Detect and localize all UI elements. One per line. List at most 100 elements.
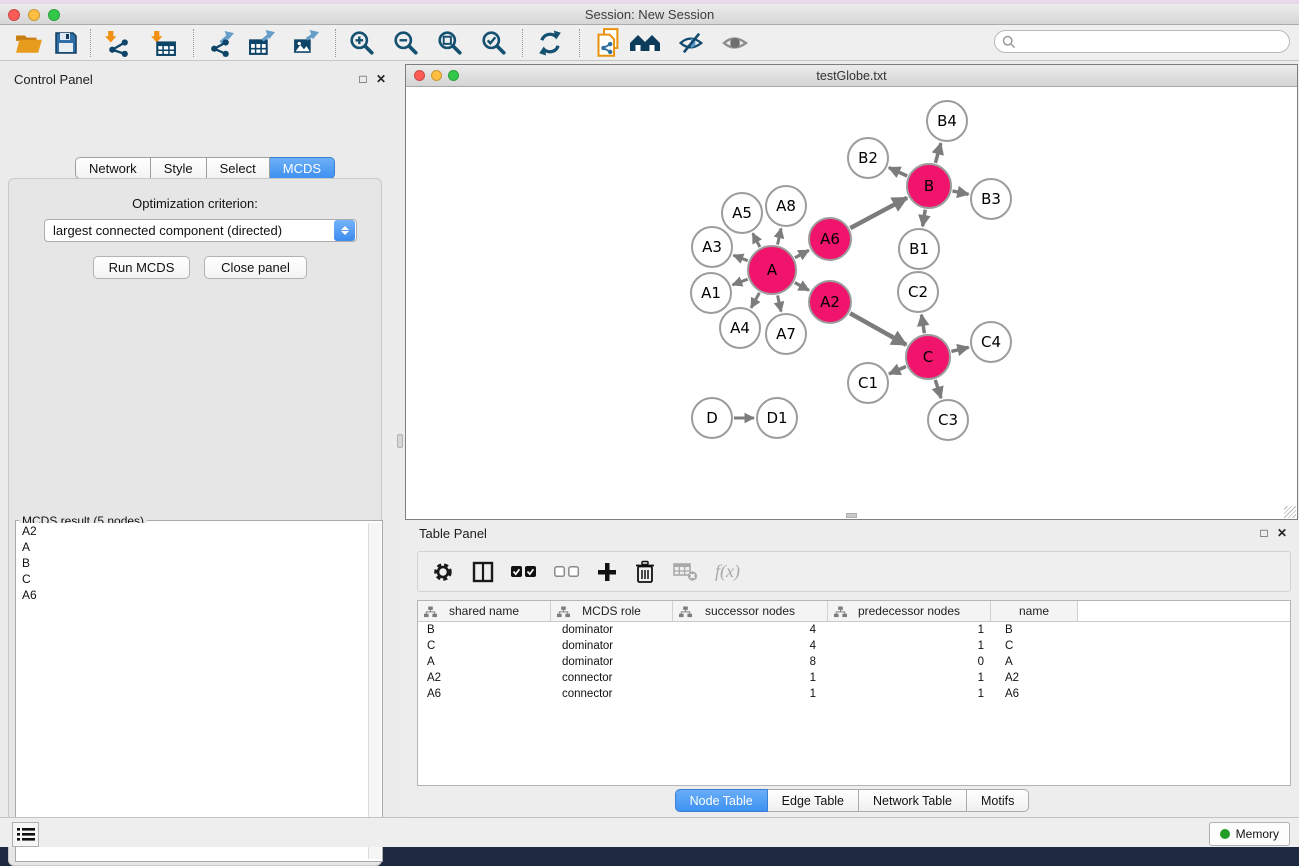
save-session-icon[interactable] bbox=[49, 26, 83, 60]
table-float-icon[interactable]: □ bbox=[1257, 526, 1271, 540]
node-B2[interactable]: B2 bbox=[848, 138, 888, 178]
column-header-name[interactable]: name bbox=[991, 601, 1078, 621]
zoom-out-icon[interactable] bbox=[389, 26, 423, 60]
table-close-icon[interactable]: ✕ bbox=[1275, 526, 1289, 540]
node-B1[interactable]: B1 bbox=[899, 229, 939, 269]
column-header-MCDS-role[interactable]: MCDS role bbox=[551, 601, 673, 621]
network-canvas[interactable]: B4 B2 B B3 A8A5 A6 A3 B1 A C2 A1 A2 A4 A7 C4 C C1 D D1 C3 bbox=[407, 88, 1297, 519]
delete-table-icon[interactable] bbox=[673, 559, 698, 585]
node-B3[interactable]: B3 bbox=[971, 179, 1011, 219]
table-row-C[interactable]: Cdominator41C bbox=[418, 638, 1290, 654]
add-column-icon[interactable] bbox=[597, 559, 617, 585]
svg-text:A7: A7 bbox=[776, 325, 796, 343]
clone-network-icon[interactable] bbox=[591, 26, 625, 60]
delete-column-icon[interactable] bbox=[634, 559, 656, 585]
tab-network[interactable]: Network bbox=[75, 157, 151, 179]
node-C4[interactable]: C4 bbox=[971, 322, 1011, 362]
show-graphics-details-icon[interactable] bbox=[718, 26, 752, 60]
node-C[interactable]: C bbox=[906, 335, 950, 379]
column-header-successor-nodes[interactable]: successor nodes bbox=[673, 601, 828, 621]
node-C3[interactable]: C3 bbox=[928, 400, 968, 440]
select-all-icon[interactable] bbox=[511, 559, 537, 585]
network-hscroll-thumb[interactable] bbox=[846, 513, 857, 518]
table-row-A2[interactable]: A2connector11A2 bbox=[418, 670, 1290, 686]
splitter-handle[interactable] bbox=[397, 434, 403, 448]
close-panel-button[interactable]: Close panel bbox=[204, 256, 307, 279]
mcds-result-list[interactable]: A2ABCA6 bbox=[17, 523, 368, 859]
edge-C-C4 bbox=[951, 347, 968, 351]
node-A2[interactable]: A2 bbox=[809, 281, 851, 323]
node-A8[interactable]: A8 bbox=[766, 186, 806, 226]
table-row-A[interactable]: Adominator80A bbox=[418, 654, 1290, 670]
memory-button[interactable]: Memory bbox=[1209, 822, 1290, 846]
column-header-predecessor-nodes[interactable]: predecessor nodes bbox=[828, 601, 991, 621]
mcds-result-item[interactable]: A bbox=[17, 539, 368, 555]
export-image-icon[interactable] bbox=[288, 26, 322, 60]
mcds-result-box: MCDS result (5 nodes) A2ABCA6 bbox=[15, 514, 383, 862]
mcds-result-item[interactable]: C bbox=[17, 571, 368, 587]
app-title: Session: New Session bbox=[0, 7, 1299, 22]
tab-style[interactable]: Style bbox=[151, 157, 207, 179]
node-A3[interactable]: A3 bbox=[692, 227, 732, 267]
cell: 1 bbox=[828, 672, 991, 684]
tab-network-table[interactable]: Network Table bbox=[859, 789, 967, 812]
svg-text:D1: D1 bbox=[766, 409, 787, 427]
run-mcds-button[interactable]: Run MCDS bbox=[93, 256, 190, 279]
table-row-B[interactable]: Bdominator41B bbox=[418, 622, 1290, 638]
float-panel-icon[interactable]: □ bbox=[356, 72, 370, 86]
svg-text:A: A bbox=[767, 261, 778, 279]
nodes-layer: B4 B2 B B3 A8A5 A6 A3 B1 A C2 A1 A2 A4 A7 C4 C C1 D D1 C3 bbox=[691, 101, 1011, 440]
export-table-icon[interactable] bbox=[244, 26, 278, 60]
tab-node-table[interactable]: Node Table bbox=[675, 789, 768, 812]
task-history-button[interactable] bbox=[12, 822, 39, 847]
mcds-result-item[interactable]: B bbox=[17, 555, 368, 571]
deselect-all-icon[interactable] bbox=[554, 559, 580, 585]
table-options-icon[interactable] bbox=[431, 559, 455, 585]
node-C1[interactable]: C1 bbox=[848, 363, 888, 403]
node-A[interactable]: A bbox=[748, 246, 796, 294]
node-A4[interactable]: A4 bbox=[720, 308, 760, 348]
home-networks-icon[interactable] bbox=[628, 26, 662, 60]
tab-motifs[interactable]: Motifs bbox=[967, 789, 1029, 812]
tab-mcds[interactable]: MCDS bbox=[270, 157, 335, 179]
tab-select[interactable]: Select bbox=[207, 157, 270, 179]
node-A5[interactable]: A5 bbox=[722, 193, 762, 233]
node-C2[interactable]: C2 bbox=[898, 272, 938, 312]
cell: 1 bbox=[673, 672, 828, 684]
table-panel: Table Panel □ ✕ f(x bbox=[405, 520, 1299, 817]
main-toolbar bbox=[0, 25, 1299, 61]
column-header-shared-name[interactable]: shared name bbox=[418, 601, 551, 621]
application-window: Session: New Session bbox=[0, 0, 1299, 847]
node-D[interactable]: D bbox=[692, 398, 732, 438]
node-A6[interactable]: A6 bbox=[809, 218, 851, 260]
network-window-titlebar: testGlobe.txt bbox=[406, 65, 1297, 87]
close-panel-icon[interactable]: ✕ bbox=[374, 72, 388, 86]
export-network-icon[interactable] bbox=[203, 26, 237, 60]
criterion-dropdown[interactable]: largest connected component (directed) bbox=[44, 219, 357, 242]
resize-grip-icon[interactable] bbox=[1284, 506, 1296, 518]
open-file-icon[interactable] bbox=[12, 26, 46, 60]
table-tabs: Node TableEdge TableNetwork TableMotifs bbox=[405, 789, 1299, 812]
node-B4[interactable]: B4 bbox=[927, 101, 967, 141]
refresh-icon[interactable] bbox=[533, 26, 567, 60]
apply-function-icon[interactable]: f(x) bbox=[715, 559, 740, 585]
mcds-scrollbar[interactable] bbox=[368, 523, 381, 859]
zoom-selected-icon[interactable] bbox=[477, 26, 511, 60]
import-table-icon[interactable] bbox=[146, 26, 180, 60]
table-row-A6[interactable]: A6connector11A6 bbox=[418, 686, 1290, 702]
svg-text:A3: A3 bbox=[702, 238, 722, 256]
node-A7[interactable]: A7 bbox=[766, 314, 806, 354]
zoom-in-icon[interactable] bbox=[345, 26, 379, 60]
hide-unhide-icon[interactable] bbox=[674, 26, 708, 60]
import-network-icon[interactable] bbox=[100, 26, 134, 60]
show-columns-icon[interactable] bbox=[472, 559, 494, 585]
mcds-result-item[interactable]: A2 bbox=[17, 523, 368, 539]
zoom-fit-icon[interactable] bbox=[433, 26, 467, 60]
search-input[interactable] bbox=[994, 30, 1290, 53]
node-D1[interactable]: D1 bbox=[757, 398, 797, 438]
node-B[interactable]: B bbox=[907, 164, 951, 208]
tab-edge-table[interactable]: Edge Table bbox=[768, 789, 859, 812]
node-A1[interactable]: A1 bbox=[691, 273, 731, 313]
edge-C-C2 bbox=[921, 315, 924, 334]
mcds-result-item[interactable]: A6 bbox=[17, 587, 368, 603]
